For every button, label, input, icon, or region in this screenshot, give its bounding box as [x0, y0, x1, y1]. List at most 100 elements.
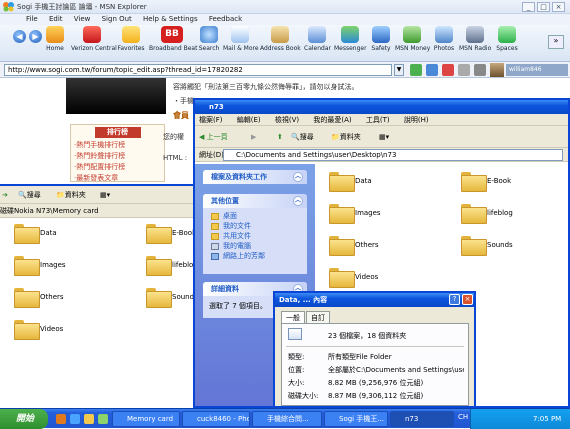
folder-icon[interactable]	[461, 236, 487, 256]
print-icon[interactable]	[458, 64, 470, 76]
folder-label[interactable]: Images	[355, 209, 381, 217]
help-button[interactable]: ?	[449, 294, 460, 305]
place-network[interactable]: 網路上的芳鄰	[203, 251, 307, 261]
toolbar-photos[interactable]: Photos	[432, 26, 456, 60]
menu-favorites[interactable]: 我的最愛(A)	[313, 116, 351, 124]
folder-label[interactable]: E-Book	[487, 177, 511, 185]
menu-edit[interactable]: 編輯(E)	[237, 116, 261, 124]
close-button[interactable]: ×	[552, 2, 565, 12]
toolbar-search[interactable]: Search	[198, 26, 220, 60]
menu-edit[interactable]: Edit	[49, 15, 63, 23]
folder-label[interactable]: Sounds	[487, 241, 513, 249]
toolbar-radio[interactable]: MSN Radio	[459, 26, 491, 60]
minimize-button[interactable]: _	[522, 2, 535, 12]
quicklaunch-icon[interactable]	[56, 414, 66, 424]
avatar[interactable]	[490, 63, 504, 77]
views-icon[interactable]: ▦▾	[379, 130, 389, 144]
toolbar-favorites[interactable]: Favorites	[117, 26, 145, 60]
folders-button[interactable]: 📁資料夾	[331, 130, 361, 144]
refresh-icon[interactable]	[426, 64, 438, 76]
taskbar-item[interactable]: 手機綜合問...	[252, 411, 322, 427]
maximize-button[interactable]: □	[537, 2, 550, 12]
ranking-item[interactable]: ‧熱門配置排行榜	[71, 162, 164, 173]
forward-icon[interactable]: ▶	[29, 30, 42, 43]
ranking-item[interactable]: ‧熱門手機排行榜	[71, 140, 164, 151]
menu-view[interactable]: View	[74, 15, 91, 23]
toolbar-spaces[interactable]: Spaces	[494, 26, 520, 60]
place-my-computer[interactable]: 我的電腦	[203, 241, 307, 251]
folder-label[interactable]: Data	[40, 229, 57, 237]
search-button[interactable]: 🔍搜尋	[291, 130, 314, 144]
folders-button[interactable]: 📁資料夾	[56, 188, 86, 202]
menu-file[interactable]: File	[26, 15, 38, 23]
folder-label[interactable]: Data	[355, 177, 372, 185]
search-button[interactable]: 🔍搜尋	[18, 188, 41, 202]
stop-icon[interactable]	[442, 64, 454, 76]
quicklaunch-icon[interactable]	[84, 414, 94, 424]
language-indicator[interactable]: CH	[458, 413, 468, 421]
folder-icon[interactable]	[461, 172, 487, 192]
menu-tools[interactable]: 工具(T)	[366, 116, 390, 124]
folder-icon[interactable]	[329, 268, 355, 288]
folder-icon[interactable]	[14, 224, 40, 244]
menu-help[interactable]: Help & Settings	[143, 15, 198, 23]
folder-icon[interactable]	[146, 224, 172, 244]
folder-icon[interactable]	[329, 204, 355, 224]
folder-icon[interactable]	[14, 320, 40, 340]
ranking-item[interactable]: ‧最新發表文章	[71, 173, 164, 184]
folder-label[interactable]: Images	[40, 261, 66, 269]
taskbar-item[interactable]: Memory card	[112, 411, 180, 427]
pane-header[interactable]: 檔案及資料夾工作 ︿	[203, 170, 307, 184]
back-button[interactable]: ◀ 上一頁	[199, 130, 228, 144]
folder-icon[interactable]	[146, 288, 172, 308]
toolbar-mail[interactable]: Mail & More	[223, 26, 259, 60]
folder-label[interactable]: Videos	[355, 273, 378, 281]
place-shared-documents[interactable]: 共用文件	[203, 231, 307, 241]
up-folder-icon[interactable]: ⬆	[277, 130, 283, 144]
more-chevron-icon[interactable]: »	[548, 35, 564, 49]
url-dropdown-icon[interactable]: ▼	[394, 64, 404, 76]
toolbar-home[interactable]: Home	[44, 26, 66, 60]
taskbar-item[interactable]: cuck8460 - Pho...	[182, 411, 250, 427]
chevron-up-icon[interactable]: ︿	[293, 196, 303, 206]
menu-sign-out[interactable]: Sign Out	[102, 15, 132, 23]
folder-icon[interactable]	[146, 256, 172, 276]
quicklaunch-icon[interactable]	[98, 414, 108, 424]
quicklaunch-icon[interactable]	[70, 414, 80, 424]
menu-help[interactable]: 說明(H)	[404, 116, 429, 124]
close-button[interactable]: ×	[462, 294, 473, 305]
menu-feedback[interactable]: Feedback	[209, 15, 242, 23]
path-text[interactable]: 磁碟Nokia N73\Memory card	[0, 207, 99, 215]
tab-custom[interactable]: 自訂	[306, 311, 330, 323]
menu-view[interactable]: 檢視(V)	[275, 116, 299, 124]
tools-icon[interactable]	[474, 64, 486, 76]
place-my-documents[interactable]: 我的文件	[203, 221, 307, 231]
folder-icon[interactable]	[329, 236, 355, 256]
start-button[interactable]: 開始	[0, 409, 48, 429]
folder-label[interactable]: Others	[355, 241, 379, 249]
views-icon[interactable]: ▦▾	[100, 188, 110, 202]
folder-icon[interactable]	[329, 172, 355, 192]
folder-icon[interactable]	[14, 256, 40, 276]
url-field[interactable]: http://www.sogi.com.tw/forum/topic_edit.…	[4, 64, 392, 76]
path-field[interactable]: C:\Documents and Settings\user\Desktop\n…	[223, 149, 563, 161]
go-icon[interactable]	[410, 64, 422, 76]
toolbar-verizon[interactable]: Verizon Central	[71, 26, 117, 60]
forward-icon[interactable]: ➔	[2, 188, 8, 202]
user-name[interactable]: william846	[506, 64, 568, 76]
folder-label[interactable]: Others	[40, 293, 64, 301]
folder-icon[interactable]	[461, 204, 487, 224]
taskbar-item[interactable]: Sogi 手機王...	[324, 411, 388, 427]
toolbar-money[interactable]: MSN Money	[395, 26, 430, 60]
toolbar-safety[interactable]: Safety	[370, 26, 392, 60]
toolbar-address-book[interactable]: Address Book	[260, 26, 301, 60]
back-icon[interactable]: ◀	[13, 30, 26, 43]
taskbar-item[interactable]: n73	[390, 411, 454, 427]
folder-icon[interactable]	[14, 288, 40, 308]
toolbar-broadband[interactable]: BB Broadband Beat	[149, 26, 197, 60]
pane-header[interactable]: 其他位置 ︿	[203, 194, 307, 208]
clock[interactable]: 7:05 PM	[533, 409, 561, 429]
chevron-up-icon[interactable]: ︿	[293, 172, 303, 182]
folder-label[interactable]: Videos	[40, 325, 63, 333]
folder-label[interactable]: lifeblog	[487, 209, 513, 217]
